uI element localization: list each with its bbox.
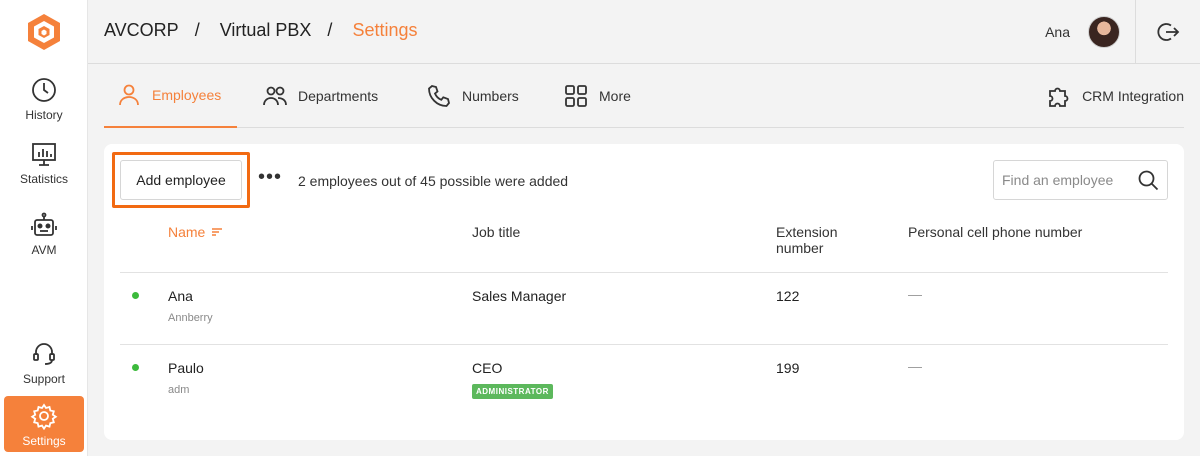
robot-icon [31,212,57,236]
breadcrumb-separator: / [194,20,200,40]
sidebar-item-label: History [25,108,63,122]
tab-numbers[interactable]: Numbers [426,64,519,128]
employee-job-title: Sales Manager [472,288,567,304]
sidebar-item-support[interactable]: Support [4,334,84,390]
sidebar-item-statistics[interactable]: Statistics [4,134,84,190]
statistics-icon [32,143,56,166]
sidebar-item-history[interactable]: History [4,70,84,126]
employee-name[interactable]: Ana [168,288,193,304]
administrator-badge: ADMINISTRATOR [472,384,553,399]
add-employee-button[interactable]: Add employee [120,160,242,200]
employee-count-text: 2 employees out of 45 possible were adde… [298,173,569,189]
tab-label: More [599,88,631,104]
tab-label: Numbers [462,88,519,104]
grid-icon [565,85,587,107]
status-online-dot [132,364,139,371]
tab-departments[interactable]: Departments [262,64,378,128]
status-online-dot [132,292,139,299]
breadcrumb-company[interactable]: AVCORP [104,20,179,41]
tab-label: Employees [152,87,222,103]
divider [1135,0,1136,64]
breadcrumb: AVCORP / Virtual PBX / Settings [104,20,417,41]
avatar[interactable] [1088,16,1120,48]
sort-icon [212,228,223,236]
tab-more[interactable]: More [563,64,631,128]
sidebar-item-label: AVM [31,243,57,257]
phone-icon [428,85,450,107]
group-icon [263,86,287,106]
top-bar: AVCORP / Virtual PBX / Settings Ana [88,0,1200,64]
user-icon [119,84,139,106]
column-header-extension[interactable]: Extension number [776,224,866,256]
breadcrumb-separator: / [327,20,333,40]
sidebar-item-settings[interactable]: Settings [4,396,84,452]
user-name[interactable]: Ana [1045,24,1070,40]
headset-icon [33,343,55,365]
tab-label: Departments [298,88,379,104]
column-header-label: Name [168,224,206,240]
employee-login: Annberry [168,312,213,324]
employee-name[interactable]: Paulo [168,360,204,376]
more-options-icon[interactable]: ••• [258,167,282,190]
gear-icon [30,403,58,430]
tab-crm-integration[interactable]: CRM Integration [1046,64,1184,128]
logout-icon[interactable] [1156,20,1180,44]
column-header-name[interactable]: Name [168,224,223,240]
table-row[interactable]: Ana Annberry Sales Manager 122 — [120,272,1168,344]
employee-cell-phone: — [908,286,922,302]
tab-employees[interactable]: Employees [104,64,238,128]
app-logo-icon[interactable] [24,12,64,52]
employee-extension: 199 [776,360,800,376]
employee-login: adm [168,384,190,396]
settings-tabs: Employees Departments Numbers More CRM I… [104,64,1184,128]
column-header-cell-phone[interactable]: Personal cell phone number [908,224,1082,240]
puzzle-icon [1049,87,1069,107]
clock-icon [32,78,56,102]
sidebar: History Statistics AVM Support Settings [0,0,88,456]
tab-label: CRM Integration [1082,88,1184,104]
employees-panel: Add employee ••• 2 employees out of 45 p… [104,144,1184,440]
breadcrumb-product[interactable]: Virtual PBX [220,20,312,41]
breadcrumb-current: Settings [352,20,418,40]
column-header-job-title[interactable]: Job title [472,224,520,240]
employee-search [993,160,1168,200]
sidebar-item-avm[interactable]: AVM [4,205,84,261]
employee-extension: 122 [776,288,800,304]
search-input[interactable] [994,161,1134,199]
sidebar-item-label: Statistics [19,172,68,186]
sidebar-item-label: Support [22,372,66,386]
search-icon[interactable] [1137,169,1159,191]
sidebar-item-label: Settings [22,434,66,448]
employee-cell-phone: — [908,358,922,374]
table-row[interactable]: Paulo adm CEO ADMINISTRATOR 199 — [120,344,1168,416]
employee-job-title: CEO [472,360,503,376]
